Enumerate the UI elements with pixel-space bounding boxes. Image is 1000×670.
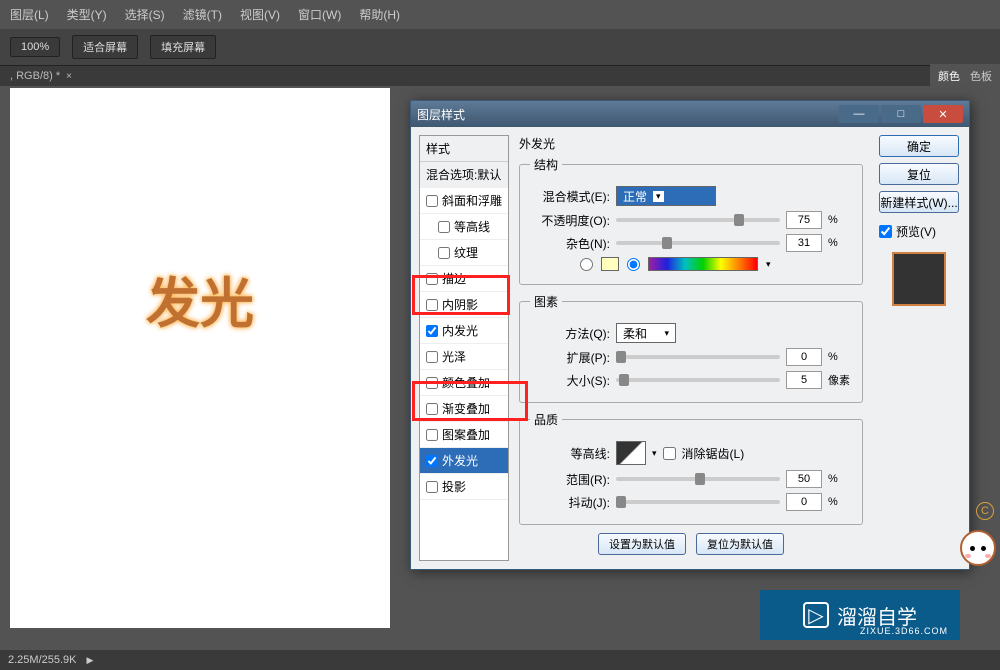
style-checkbox[interactable]: [426, 429, 438, 441]
style-item-2[interactable]: 纹理: [420, 240, 508, 266]
jitter-input[interactable]: 0: [786, 493, 822, 511]
style-item-11[interactable]: 投影: [420, 474, 508, 500]
gradient-arrow-icon[interactable]: ▾: [766, 259, 771, 270]
section-title: 外发光: [519, 135, 863, 152]
menu-select[interactable]: 选择(S): [125, 6, 165, 23]
noise-input[interactable]: 31: [786, 234, 822, 252]
style-item-0[interactable]: 斜面和浮雕: [420, 188, 508, 214]
minimize-icon[interactable]: —: [839, 105, 879, 123]
antialias-checkbox[interactable]: [663, 447, 676, 460]
dialog-titlebar[interactable]: 图层样式 — □ ✕: [411, 101, 969, 127]
size-slider[interactable]: [616, 378, 780, 382]
range-input[interactable]: 50: [786, 470, 822, 488]
cancel-button[interactable]: 复位: [879, 163, 959, 185]
gradient-preview[interactable]: [648, 257, 758, 271]
style-item-9[interactable]: 图案叠加: [420, 422, 508, 448]
style-checkbox[interactable]: [426, 273, 438, 285]
size-input[interactable]: 5: [786, 371, 822, 389]
menu-bar: 图层(L) 类型(Y) 选择(S) 滤镜(T) 视图(V) 窗口(W) 帮助(H…: [0, 0, 1000, 29]
dialog-right-column: 确定 复位 新建样式(W)... 预览(V): [869, 127, 969, 569]
ok-button[interactable]: 确定: [879, 135, 959, 157]
menu-filter[interactable]: 滤镜(T): [183, 6, 222, 23]
set-default-button[interactable]: 设置为默认值: [598, 533, 686, 555]
menu-view[interactable]: 视图(V): [240, 6, 280, 23]
style-item-6[interactable]: 光泽: [420, 344, 508, 370]
style-item-4[interactable]: 内阴影: [420, 292, 508, 318]
styles-header: 样式: [420, 136, 508, 162]
color-radio[interactable]: [580, 258, 593, 271]
contour-arrow-icon[interactable]: ▾: [652, 448, 657, 459]
quality-group: 品质 等高线: ▾ 消除锯齿(L) 范围(R): 50 % 抖动(J):: [519, 411, 863, 525]
structure-group: 结构 混合模式(E): 正常▾ 不透明度(O): 75 % 杂色(N): 31 …: [519, 156, 863, 285]
status-arrow-icon[interactable]: ▶: [87, 655, 94, 666]
options-bar: 100% 适合屏幕 填充屏幕: [0, 29, 1000, 66]
tab-swatches[interactable]: 色板: [970, 68, 992, 84]
preview-checkbox[interactable]: [879, 225, 892, 238]
menu-window[interactable]: 窗口(W): [298, 6, 341, 23]
menu-type[interactable]: 类型(Y): [67, 6, 107, 23]
style-item-10[interactable]: 外发光: [420, 448, 508, 474]
play-icon: ▷: [803, 602, 829, 628]
spread-input[interactable]: 0: [786, 348, 822, 366]
style-item-1[interactable]: 等高线: [420, 214, 508, 240]
copyright-icon: C: [976, 502, 994, 520]
style-checkbox[interactable]: [426, 403, 438, 415]
style-checkbox[interactable]: [438, 221, 450, 233]
style-checkbox[interactable]: [426, 481, 438, 493]
color-panel-tabs: 颜色 色板: [930, 64, 1000, 88]
blend-mode-select[interactable]: 正常▾: [616, 186, 716, 206]
opacity-slider[interactable]: [616, 218, 780, 222]
dialog-title: 图层样式: [417, 106, 837, 123]
status-bar: 2.25M/255.9K ▶: [0, 650, 1000, 670]
maximize-icon[interactable]: □: [881, 105, 921, 123]
document-tabbar: , RGB/8) * ×: [0, 66, 1000, 86]
style-checkbox[interactable]: [438, 247, 450, 259]
style-item-3[interactable]: 描边: [420, 266, 508, 292]
style-item-5[interactable]: 内发光: [420, 318, 508, 344]
close-icon[interactable]: ✕: [923, 105, 963, 123]
document-tab[interactable]: , RGB/8) *: [10, 70, 60, 82]
restore-default-button[interactable]: 复位为默认值: [696, 533, 784, 555]
style-checkbox[interactable]: [426, 377, 438, 389]
menu-help[interactable]: 帮助(H): [359, 6, 400, 23]
style-checkbox[interactable]: [426, 299, 438, 311]
style-checkbox[interactable]: [426, 455, 438, 467]
gradient-radio[interactable]: [627, 258, 640, 271]
menu-layer[interactable]: 图层(L): [10, 6, 49, 23]
new-style-button[interactable]: 新建样式(W)...: [879, 191, 959, 213]
canvas: 发光: [10, 88, 390, 628]
tab-color[interactable]: 颜色: [938, 68, 960, 84]
blend-options-default[interactable]: 混合选项:默认: [420, 162, 508, 188]
style-item-8[interactable]: 渐变叠加: [420, 396, 508, 422]
fill-screen-button[interactable]: 填充屏幕: [150, 35, 216, 59]
method-select[interactable]: 柔和▾: [616, 323, 676, 343]
preview-thumbnail: [892, 252, 946, 306]
noise-slider[interactable]: [616, 241, 780, 245]
range-slider[interactable]: [616, 477, 780, 481]
close-tab-icon[interactable]: ×: [66, 71, 72, 82]
zoom-level[interactable]: 100%: [10, 37, 60, 57]
jitter-slider[interactable]: [616, 500, 780, 504]
contour-preview[interactable]: [616, 441, 646, 465]
styles-list: 样式 混合选项:默认 斜面和浮雕等高线纹理描边内阴影内发光光泽颜色叠加渐变叠加图…: [419, 135, 509, 561]
style-checkbox[interactable]: [426, 325, 438, 337]
elements-group: 图素 方法(Q): 柔和▾ 扩展(P): 0 % 大小(S): 5 像素: [519, 293, 863, 403]
watermark: ▷ 溜溜自学 ZIXUE.3D66.COM: [760, 590, 960, 640]
layer-style-dialog: 图层样式 — □ ✕ 样式 混合选项:默认 斜面和浮雕等高线纹理描边内阴影内发光…: [410, 100, 970, 570]
color-swatch[interactable]: [601, 257, 619, 271]
opacity-input[interactable]: 75: [786, 211, 822, 229]
fit-screen-button[interactable]: 适合屏幕: [72, 35, 138, 59]
mascot-icon: [960, 530, 1000, 600]
style-item-7[interactable]: 颜色叠加: [420, 370, 508, 396]
spread-slider[interactable]: [616, 355, 780, 359]
outer-glow-panel: 外发光 结构 混合模式(E): 正常▾ 不透明度(O): 75 % 杂色(N):…: [513, 127, 869, 569]
style-checkbox[interactable]: [426, 195, 438, 207]
style-checkbox[interactable]: [426, 351, 438, 363]
canvas-text: 发光: [146, 259, 254, 338]
